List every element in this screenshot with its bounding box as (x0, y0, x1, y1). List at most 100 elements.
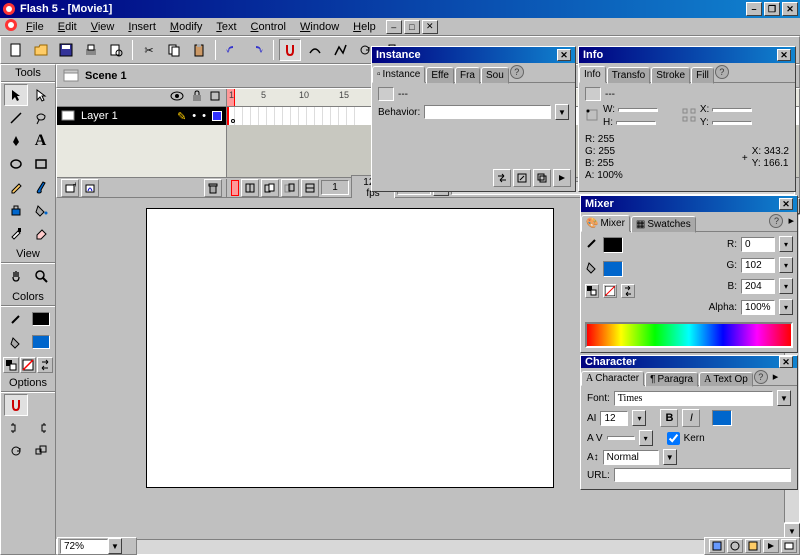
app-close-button[interactable]: ✕ (422, 20, 438, 34)
fill-color-swatch[interactable] (29, 331, 53, 353)
cut-button[interactable]: ✂ (138, 39, 160, 61)
launcher-actions[interactable] (745, 539, 761, 553)
swap-colors-button[interactable] (37, 357, 53, 373)
horizontal-scrollbar[interactable]: ◄ ► (56, 539, 784, 555)
hand-tool[interactable] (4, 265, 28, 287)
url-field[interactable] (614, 468, 791, 482)
info-height-field[interactable] (616, 121, 656, 125)
menu-insert[interactable]: Insert (122, 20, 162, 34)
save-button[interactable] (55, 39, 77, 61)
swap-symbol-button[interactable] (493, 169, 511, 187)
mixer-stroke-swatch[interactable] (603, 237, 623, 253)
undo-button[interactable] (221, 39, 243, 61)
center-frame-button[interactable] (241, 179, 259, 197)
mixer-g-stepper[interactable]: ▾ (779, 257, 793, 273)
show-hide-icon[interactable] (170, 91, 184, 104)
tab-paragraph[interactable]: ¶Paragra (645, 372, 698, 387)
font-dropdown-button[interactable]: ▼ (777, 390, 791, 406)
launcher-library[interactable] (709, 539, 725, 553)
doc-restore-button[interactable]: ❐ (764, 2, 780, 16)
info-help-button[interactable]: ? (715, 65, 729, 79)
info-close-button[interactable]: ✕ (777, 49, 791, 61)
copy-button[interactable] (163, 39, 185, 61)
tab-frame[interactable]: Fra (455, 67, 480, 84)
instance-close-button[interactable]: ✕ (557, 49, 571, 61)
mixer-fill-swatch[interactable] (603, 261, 623, 277)
character-menu-button[interactable]: ▸ (770, 370, 782, 385)
arrow-tool[interactable] (4, 84, 28, 106)
character-close-button[interactable]: ✕ (779, 356, 793, 368)
kern-checkbox[interactable] (667, 432, 680, 445)
line-tool[interactable] (4, 107, 28, 129)
new-button[interactable] (5, 39, 27, 61)
menu-help[interactable]: Help (347, 20, 382, 34)
pencil-tool[interactable] (4, 176, 28, 198)
onion-outline-button[interactable] (281, 179, 299, 197)
tab-swatches[interactable]: ▦Swatches (631, 216, 696, 233)
edit-multiple-button[interactable] (301, 179, 319, 197)
text-color-swatch[interactable] (712, 410, 732, 426)
launcher-movie-explorer[interactable] (727, 539, 743, 553)
dropper-tool[interactable] (4, 222, 28, 244)
snap-option[interactable] (4, 394, 28, 416)
launcher-instance[interactable] (763, 539, 779, 553)
doc-minimize-button[interactable]: – (746, 2, 762, 16)
stage-canvas[interactable] (146, 208, 554, 488)
tracking-stepper[interactable]: ▾ (639, 430, 653, 446)
outline-icon[interactable] (210, 91, 220, 104)
stroke-color-swatch[interactable] (29, 308, 53, 330)
tab-text-options[interactable]: AText Op (699, 372, 753, 387)
rotate-option[interactable] (4, 440, 28, 462)
tab-transform[interactable]: Transfo (607, 67, 651, 84)
mixer-no-color[interactable] (603, 284, 617, 298)
tab-fill[interactable]: Fill (691, 67, 714, 84)
font-size-stepper[interactable]: ▾ (632, 410, 646, 426)
font-size-field[interactable]: 12 (600, 411, 628, 426)
position-dropdown-button[interactable]: ▼ (663, 449, 677, 465)
app-maximize-button[interactable]: □ (404, 20, 420, 34)
menu-view[interactable]: View (85, 20, 121, 34)
mixer-menu-button[interactable]: ▸ (785, 214, 797, 231)
straighten-button[interactable] (329, 39, 351, 61)
print-button[interactable] (80, 39, 102, 61)
lock-icon[interactable] (192, 90, 202, 105)
zoom-tool[interactable] (29, 265, 53, 287)
rectangle-tool[interactable] (29, 153, 53, 175)
tab-stroke[interactable]: Stroke (651, 67, 690, 84)
layer-lock-dot[interactable]: • (202, 110, 206, 122)
mixer-alpha-stepper[interactable]: ▾ (779, 299, 793, 315)
menu-modify[interactable]: Modify (164, 20, 208, 34)
menu-file[interactable]: FFileile (20, 20, 50, 34)
info-x-field[interactable] (712, 108, 752, 112)
position-select[interactable]: Normal (603, 450, 659, 465)
tracking-field[interactable] (607, 436, 635, 440)
lasso-tool[interactable] (29, 107, 53, 129)
straighten-option[interactable] (29, 417, 53, 439)
scale-option[interactable] (29, 440, 53, 462)
app-minimize-button[interactable]: – (386, 20, 402, 34)
no-color-button[interactable] (20, 357, 36, 373)
edit-actions-button[interactable] (553, 169, 571, 187)
behavior-select[interactable] (424, 105, 551, 119)
launcher-info[interactable] (781, 539, 797, 553)
mixer-swap-colors[interactable] (621, 284, 635, 298)
tab-effect[interactable]: Effe (426, 67, 454, 84)
text-tool[interactable]: A (29, 130, 53, 152)
ink-bottle-tool[interactable] (4, 199, 28, 221)
print-preview-button[interactable] (105, 39, 127, 61)
edit-symbol-button[interactable] (513, 169, 531, 187)
tab-mixer[interactable]: 🎨Mixer (581, 215, 630, 232)
zoom-dropdown-button[interactable]: ▼ (108, 538, 122, 554)
smooth-option[interactable] (4, 417, 28, 439)
add-guide-layer-button[interactable] (81, 179, 99, 197)
menu-text[interactable]: Text (210, 20, 242, 34)
behavior-dropdown-button[interactable]: ▼ (555, 104, 569, 120)
default-colors-button[interactable] (3, 357, 19, 373)
tab-character[interactable]: ACharacter (581, 371, 644, 386)
mixer-b-field[interactable]: 204 (741, 279, 775, 294)
onion-skin-button[interactable] (261, 179, 279, 197)
menu-window[interactable]: Window (294, 20, 345, 34)
menu-control[interactable]: Control (245, 20, 292, 34)
mixer-default-colors[interactable] (585, 284, 599, 298)
layer-visible-dot[interactable]: • (192, 110, 196, 122)
